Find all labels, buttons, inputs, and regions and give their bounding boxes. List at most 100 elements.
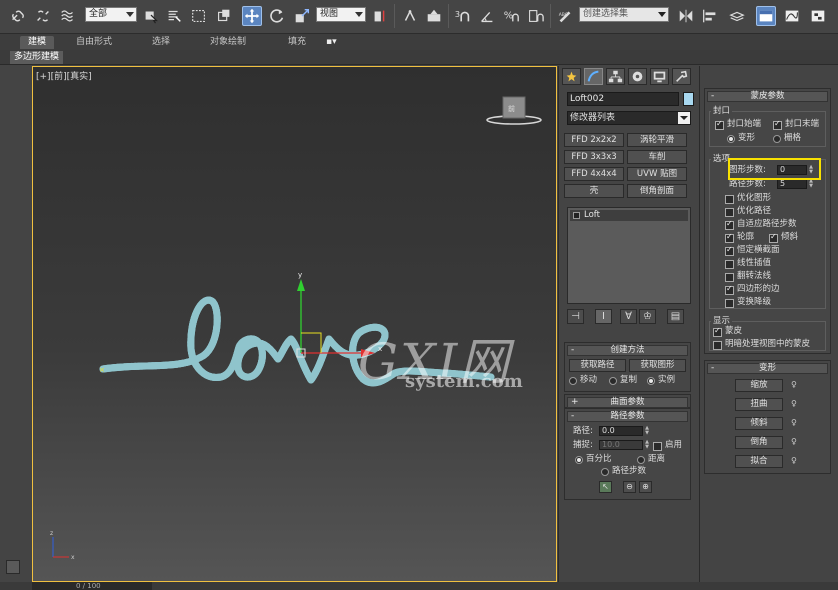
ffd-4x4x4-button[interactable]: FFD 4x4x4 <box>564 167 624 181</box>
deform-twist-toggle-icon[interactable]: ♀ <box>791 399 799 409</box>
select-manipulate-icon[interactable] <box>400 6 420 26</box>
stack-expand-icon[interactable] <box>573 212 580 219</box>
object-name-field[interactable]: Loft002 <box>567 92 679 106</box>
skin-in-shaded-checkbox[interactable]: 明暗处理视图中的蒙皮 <box>713 339 810 350</box>
path-spinner[interactable]: 0.0 <box>599 426 643 436</box>
selection-filter-dropdown[interactable]: 全部 <box>85 7 137 22</box>
optimize-path-checkbox[interactable]: 优化路径 <box>725 206 771 217</box>
ribbon-sub-label[interactable]: 多边形建模 <box>10 51 64 64</box>
percent-snap-icon[interactable]: % <box>501 6 521 26</box>
ribbon-tab-object-paint[interactable]: 对象绘制 <box>202 36 254 49</box>
ref-coord-dropdown[interactable]: 视图 <box>316 7 366 22</box>
spinner-snap-icon[interactable] <box>525 6 545 26</box>
cap-start-checkbox[interactable]: 封口始端 <box>715 118 761 130</box>
instance-radio[interactable]: 实例 <box>647 375 675 386</box>
adaptive-path-steps-checkbox[interactable]: 自适应路径步数 <box>725 218 797 230</box>
modifier-list-dropdown[interactable]: 修改器列表 <box>567 111 691 125</box>
constant-cross-section-checkbox[interactable]: 恒定横截面 <box>725 244 780 256</box>
bevel-profile-button[interactable]: 倒角剖面 <box>627 184 687 198</box>
cap-end-checkbox[interactable]: 封口末端 <box>773 118 819 130</box>
snap-toggle-icon[interactable]: 3 <box>453 6 473 26</box>
object-color-swatch[interactable] <box>683 92 694 106</box>
ribbon-tab-selection[interactable]: 选择 <box>144 36 178 49</box>
creation-method-header[interactable]: - 创建方法 <box>567 345 688 356</box>
quad-sides-checkbox[interactable]: 四边形的边 <box>725 283 780 295</box>
stack-item-loft[interactable]: Loft <box>570 210 688 221</box>
ribbon-tab-modeling[interactable]: 建模 <box>20 36 55 49</box>
path-steps-arrows[interactable]: ▲ ▼ <box>808 179 814 189</box>
utilities-tab-icon[interactable] <box>672 68 691 85</box>
remove-modifier-icon[interactable]: ♔ <box>639 309 656 324</box>
named-selection-dropdown[interactable]: 创建选择集 <box>579 7 669 22</box>
hierarchy-tab-icon[interactable] <box>606 68 625 85</box>
percentage-radio[interactable]: 百分比 <box>575 454 612 465</box>
align-icon[interactable] <box>700 6 720 26</box>
window-crossing-icon[interactable] <box>214 6 234 26</box>
deform-teeter-button[interactable]: 倾斜 <box>735 417 783 430</box>
enable-snap-checkbox[interactable]: 启用 <box>653 440 682 451</box>
deform-fit-toggle-icon[interactable]: ♀ <box>791 456 799 466</box>
shell-button[interactable]: 壳 <box>564 184 624 198</box>
path-spinner-arrows[interactable]: ▲ ▼ <box>644 426 650 436</box>
viewport-label[interactable]: [+][前][真实] <box>36 69 92 82</box>
get-shape-button[interactable]: 获取图形 <box>629 359 686 372</box>
lathe-button[interactable]: 车削 <box>627 150 687 164</box>
deform-fit-button[interactable]: 拟合 <box>735 455 783 468</box>
modify-tab-icon[interactable] <box>584 68 603 85</box>
contour-checkbox[interactable]: 轮廓 <box>725 231 754 243</box>
flip-normals-checkbox[interactable]: 翻转法线 <box>725 271 771 282</box>
grid-radio[interactable]: 栅格 <box>773 133 801 144</box>
schematic-view-icon[interactable] <box>808 6 828 26</box>
ribbon-tab-freeform[interactable]: 自由形式 <box>68 36 120 49</box>
select-by-name-icon[interactable] <box>164 6 184 26</box>
snap-spinner-arrows[interactable]: ▲ ▼ <box>644 440 650 450</box>
morph-radio[interactable]: 变形 <box>727 133 755 144</box>
deform-bevel-toggle-icon[interactable]: ♀ <box>791 437 799 447</box>
deform-scale-toggle-icon[interactable]: ♀ <box>791 380 799 390</box>
edit-named-selection-icon[interactable]: ABC <box>555 6 575 26</box>
deform-twist-button[interactable]: 扭曲 <box>735 398 783 411</box>
next-shape-icon[interactable]: ⊕ <box>639 481 652 493</box>
pick-shape-icon[interactable]: ↖ <box>599 481 612 493</box>
optimize-shapes-checkbox[interactable]: 优化图形 <box>725 193 771 204</box>
deform-teeter-toggle-icon[interactable]: ♀ <box>791 418 799 428</box>
pin-stack-icon[interactable]: ⊣ <box>567 309 584 324</box>
unlink-icon[interactable] <box>33 6 53 26</box>
bind-spacewarp-icon[interactable] <box>58 6 78 26</box>
surface-params-header[interactable]: + 曲面参数 <box>567 397 688 408</box>
move-icon[interactable] <box>242 6 262 26</box>
select-object-icon[interactable] <box>141 6 161 26</box>
path-params-header[interactable]: - 路径参数 <box>567 411 688 422</box>
path-steps-radio[interactable]: 路径步数 <box>601 466 646 477</box>
ffd-2x2x2-button[interactable]: FFD 2x2x2 <box>564 133 624 147</box>
time-slider[interactable]: 0 / 100 <box>32 582 152 590</box>
transform-degrade-checkbox[interactable]: 变换降级 <box>725 297 771 308</box>
move-radio[interactable]: 移动 <box>569 375 597 386</box>
ribbon-options-icon[interactable]: ▪▾ <box>322 36 341 49</box>
ribbon-toggle-icon[interactable] <box>756 6 776 26</box>
left-strip-toggle-button[interactable] <box>6 560 20 574</box>
prev-shape-icon[interactable]: ⊖ <box>623 481 636 493</box>
linear-interpolation-checkbox[interactable]: 线性插值 <box>725 258 771 269</box>
create-tab-icon[interactable] <box>562 68 581 85</box>
pivot-center-icon[interactable] <box>370 6 390 26</box>
path-steps-spinner[interactable]: 5 <box>777 179 807 189</box>
deform-bevel-button[interactable]: 倒角 <box>735 436 783 449</box>
layer-manager-icon[interactable] <box>727 6 747 26</box>
motion-tab-icon[interactable] <box>628 68 647 85</box>
uvw-map-button[interactable]: UVW 贴图 <box>627 167 687 181</box>
keyboard-shortcut-icon[interactable] <box>424 6 444 26</box>
ffd-3x3x3-button[interactable]: FFD 3x3x3 <box>564 150 624 164</box>
front-viewport[interactable]: 前 y x × z x [+][前][真实] GXI网 system.com <box>32 66 557 582</box>
display-tab-icon[interactable] <box>650 68 669 85</box>
snap-spinner[interactable]: 10.0 <box>599 440 643 450</box>
link-icon[interactable] <box>8 6 28 26</box>
ribbon-tab-populate[interactable]: 填充 <box>280 36 314 49</box>
curve-editor-icon[interactable] <box>782 6 802 26</box>
banking-checkbox[interactable]: 倾斜 <box>769 231 798 243</box>
view-cube-icon[interactable]: 前 <box>486 96 542 125</box>
mirror-icon[interactable] <box>676 6 696 26</box>
scale-icon[interactable] <box>292 6 312 26</box>
get-path-button[interactable]: 获取路径 <box>569 359 626 372</box>
show-end-result-icon[interactable]: I <box>595 309 612 324</box>
